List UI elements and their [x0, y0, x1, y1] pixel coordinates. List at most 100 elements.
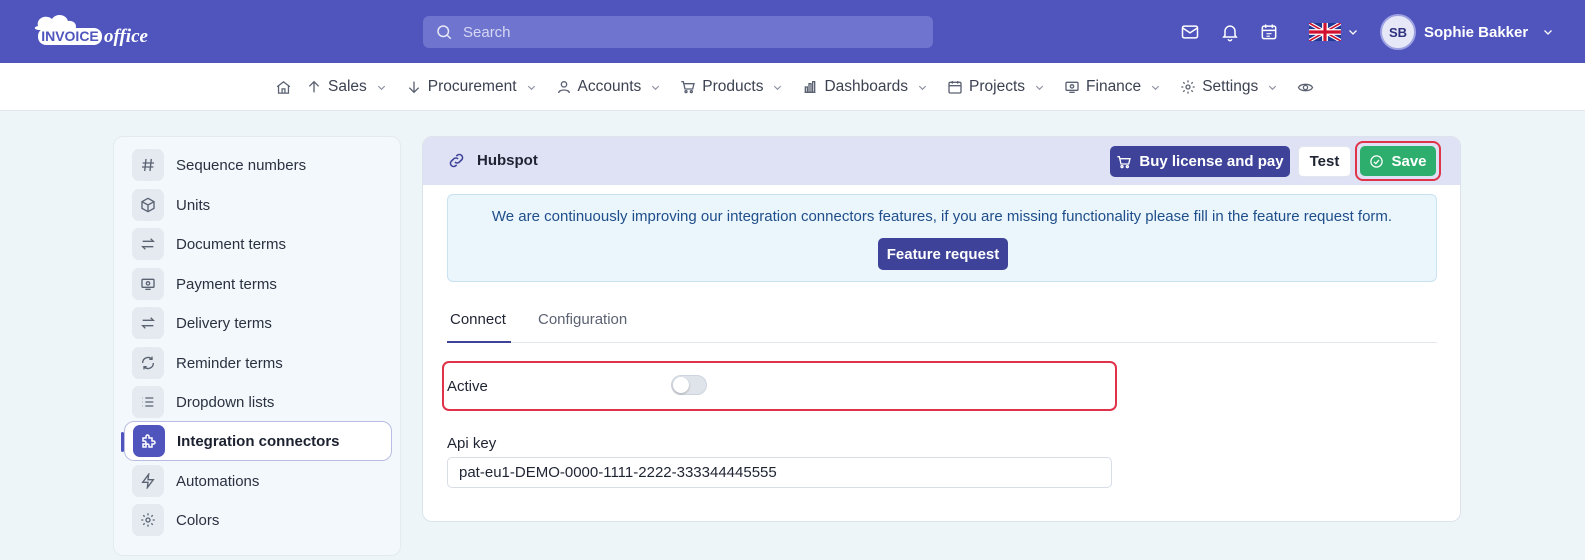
nav-label: Projects: [969, 78, 1026, 95]
sidebar-item-units[interactable]: Units: [124, 185, 392, 225]
sidebar-item-colors[interactable]: Colors: [124, 500, 392, 540]
cart-icon: [680, 79, 696, 95]
list-icon: [132, 386, 164, 418]
gear-icon: [132, 504, 164, 536]
active-setting-highlight: Active: [442, 361, 1117, 411]
sidebar-item-document-terms[interactable]: Document terms: [124, 224, 392, 264]
search-icon: [437, 25, 452, 40]
user-chevron-down-icon[interactable]: [1542, 26, 1554, 38]
info-banner: We are continuously improving our integr…: [447, 194, 1437, 282]
nav-products[interactable]: Products: [680, 78, 783, 96]
main-nav: Sales Procurement Accounts Products Dash…: [0, 63, 1585, 111]
puzzle-icon: [133, 425, 165, 457]
user-menu[interactable]: SB Sophie Bakker: [1380, 14, 1554, 50]
cart-icon: [1117, 155, 1132, 168]
tab-configuration[interactable]: Configuration: [538, 311, 627, 328]
settings-sidebar: Sequence numbers Units Document terms Pa…: [113, 136, 401, 556]
sidebar-item-label: Integration connectors: [177, 432, 340, 450]
sidebar-item-reminder-terms[interactable]: Reminder terms: [124, 343, 392, 383]
connector-card: Hubspot Buy license and pay Test Save We…: [422, 136, 1461, 522]
invoice-office-logo[interactable]: INVOICE office: [30, 12, 180, 52]
user-icon: [556, 79, 572, 95]
eye-icon[interactable]: [1297, 79, 1314, 96]
calendar-icon[interactable]: [1257, 20, 1281, 44]
logo-text-invoice: INVOICE: [41, 28, 99, 44]
active-tab-underline: [447, 341, 511, 343]
sidebar-item-label: Colors: [176, 511, 220, 529]
save-highlight: Save: [1355, 141, 1441, 181]
bell-icon[interactable]: [1218, 20, 1242, 44]
sidebar-item-sequence-numbers[interactable]: Sequence numbers: [124, 145, 392, 185]
sidebar-item-label: Delivery terms: [176, 314, 272, 332]
refresh-icon: [132, 347, 164, 379]
sidebar-item-integration-connectors[interactable]: Integration connectors: [121, 421, 392, 461]
arrow-up-icon: [306, 79, 322, 95]
sidebar-item-payment-terms[interactable]: Payment terms: [124, 264, 392, 304]
nav-dashboards[interactable]: Dashboards: [802, 78, 928, 96]
feature-request-button[interactable]: Feature request: [878, 238, 1008, 270]
nav-sales[interactable]: Sales: [306, 78, 387, 96]
card-title: Hubspot: [447, 151, 538, 170]
nav-projects[interactable]: Projects: [947, 78, 1045, 96]
nav-label: Products: [702, 78, 764, 95]
nav-label: Settings: [1202, 78, 1259, 95]
nav-settings[interactable]: Settings: [1180, 78, 1278, 96]
nav-accounts[interactable]: Accounts: [556, 78, 662, 96]
tab-connect[interactable]: Connect: [450, 311, 506, 328]
nav-label: Dashboards: [824, 78, 909, 95]
sidebar-item-dropdown-lists[interactable]: Dropdown lists: [124, 382, 392, 422]
api-key-label: Api key: [447, 435, 497, 452]
mail-icon[interactable]: [1178, 20, 1202, 44]
chevron-down-icon: [1150, 82, 1161, 93]
chevron-down-icon: [917, 82, 928, 93]
active-indicator: [121, 432, 124, 452]
active-toggle[interactable]: [671, 375, 707, 395]
chevron-down-icon: [650, 82, 661, 93]
test-button[interactable]: Test: [1298, 146, 1351, 177]
search-input[interactable]: [463, 23, 903, 41]
chevron-down-icon: [772, 82, 783, 93]
link-icon: [449, 153, 464, 168]
sidebar-item-label: Units: [176, 196, 211, 214]
bolt-icon: [132, 465, 164, 497]
sidebar-item-label: Reminder terms: [176, 354, 283, 372]
search-box[interactable]: [423, 16, 933, 48]
save-label: Save: [1391, 152, 1427, 170]
nav-label: Finance: [1086, 78, 1142, 95]
arrow-down-icon: [406, 79, 422, 95]
chevron-down-icon: [1034, 82, 1045, 93]
tab-bar: Connect Configuration: [447, 297, 1437, 343]
top-bar: INVOICE office SB Sophie Bakker: [0, 0, 1585, 63]
language-chevron-down-icon[interactable]: [1347, 25, 1359, 42]
cash-icon: [132, 268, 164, 300]
nav-procurement[interactable]: Procurement: [406, 78, 537, 96]
nav-label: Procurement: [427, 78, 517, 95]
chevron-down-icon: [376, 82, 387, 93]
chevron-down-icon: [526, 82, 537, 93]
gear-icon: [1180, 79, 1196, 95]
home-icon[interactable]: [275, 79, 292, 96]
sidebar-item-automations[interactable]: Automations: [124, 461, 392, 501]
logo-text-office: office: [104, 26, 149, 47]
api-key-input[interactable]: [447, 457, 1112, 488]
cube-icon: [132, 189, 164, 221]
check-circle-icon: [1370, 154, 1384, 168]
sidebar-item-label: Document terms: [176, 235, 287, 253]
info-text: We are continuously improving our integr…: [491, 208, 1393, 225]
swap-icon: [132, 307, 164, 339]
nav-finance[interactable]: Finance: [1064, 78, 1161, 96]
sidebar-item-label: Dropdown lists: [176, 393, 275, 411]
buy-license-button[interactable]: Buy license and pay: [1110, 146, 1290, 177]
active-label: Active: [447, 378, 488, 395]
nav-label: Accounts: [577, 78, 642, 95]
sidebar-item-delivery-terms[interactable]: Delivery terms: [124, 303, 392, 343]
calendar-icon: [947, 79, 963, 95]
uk-flag-icon[interactable]: [1308, 21, 1342, 43]
avatar[interactable]: SB: [1380, 14, 1416, 50]
user-name[interactable]: Sophie Bakker: [1424, 24, 1528, 41]
chevron-down-icon: [1267, 82, 1278, 93]
swap-icon: [132, 228, 164, 260]
nav-label: Sales: [328, 78, 367, 95]
save-button[interactable]: Save: [1360, 146, 1436, 176]
toggle-knob: [673, 377, 689, 393]
